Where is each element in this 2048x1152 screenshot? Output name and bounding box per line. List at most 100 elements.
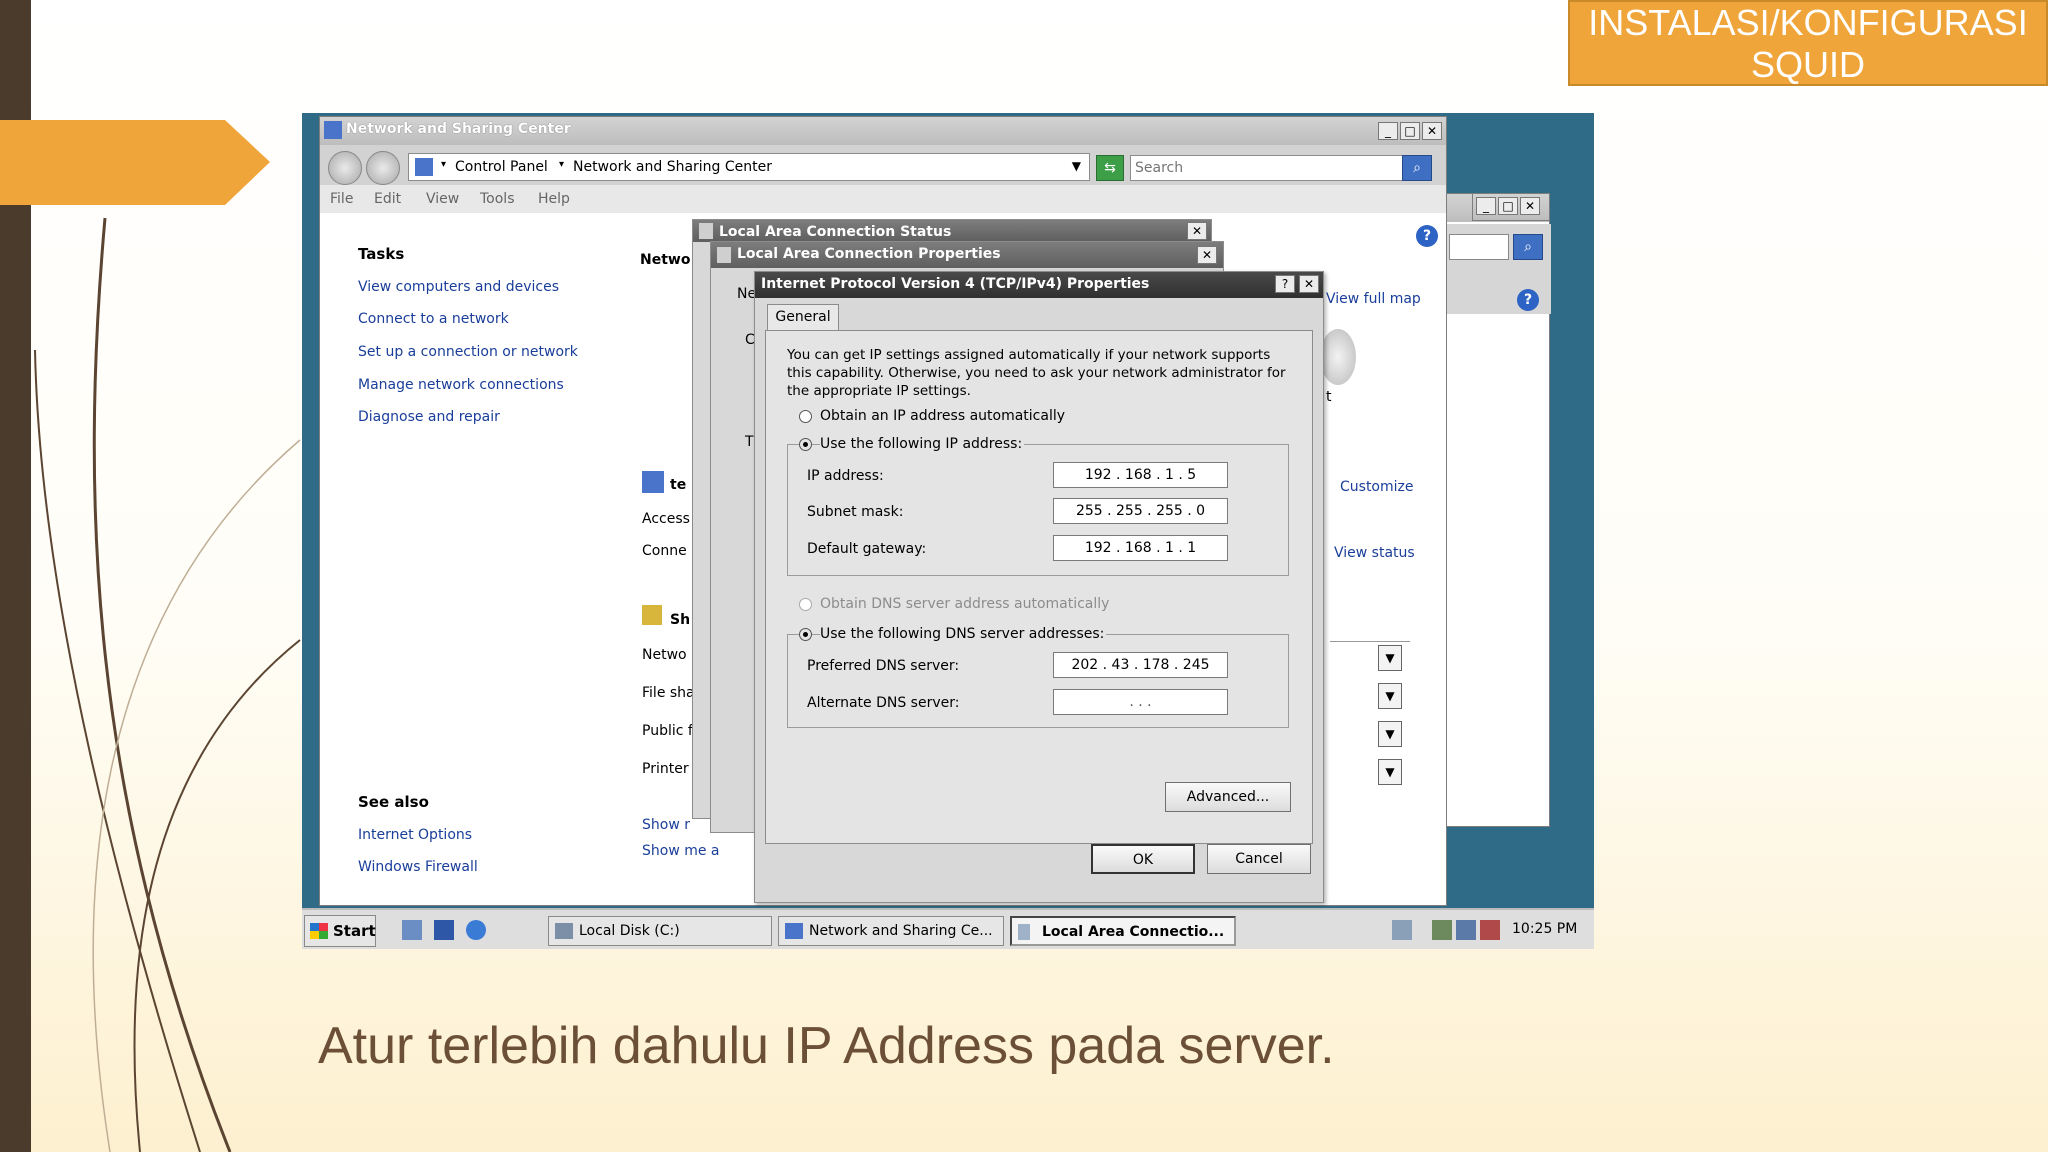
default-gateway-label: Default gateway: <box>807 541 927 557</box>
advanced-button[interactable]: Advanced... <box>1165 782 1291 812</box>
clock[interactable]: 10:25 PM <box>1512 921 1577 937</box>
radio-use-following-ip[interactable] <box>799 438 812 451</box>
properties-dialog-title: Local Area Connection Properties <box>711 242 1223 268</box>
address-dropdown-icon[interactable]: ▼ <box>1072 159 1081 173</box>
connection-label-partial: Conne <box>642 543 687 559</box>
status-close-button[interactable]: ✕ <box>1187 222 1207 240</box>
task-connect-network[interactable]: Connect to a network <box>358 311 509 327</box>
arrow-banner <box>0 120 270 205</box>
task-view-computers[interactable]: View computers and devices <box>358 279 559 295</box>
ip-address-label: IP address: <box>807 468 884 484</box>
subnet-mask-field[interactable]: 255 . 255 . 255 . 0 <box>1053 498 1228 524</box>
close-button[interactable]: ✕ <box>1422 122 1442 140</box>
this-connection-partial: T <box>745 434 754 450</box>
close-icon[interactable]: ✕ <box>1299 275 1319 293</box>
show-link-partial[interactable]: Show r <box>642 817 690 833</box>
search-input[interactable] <box>1130 155 1418 181</box>
search-icon[interactable]: ⌕ <box>1513 234 1543 260</box>
sharing-heading-partial: Sh <box>670 612 691 628</box>
file-sharing-toggle[interactable]: ▼ <box>1378 683 1402 709</box>
task-network-sharing-label: Network and Sharing Ce... <box>809 923 993 939</box>
server-manager-icon[interactable] <box>402 920 422 940</box>
see-also-heading: See also <box>358 793 429 811</box>
internet-explorer-icon[interactable] <box>466 920 486 940</box>
help-icon[interactable]: ? <box>1416 225 1438 247</box>
task-set-up-connection[interactable]: Set up a connection or network <box>358 344 578 360</box>
obtain-dns-auto-label: Obtain DNS server address automatically <box>820 596 1110 612</box>
control-panel-icon <box>415 158 433 176</box>
menu-tools[interactable]: Tools <box>480 191 515 207</box>
menu-file[interactable]: File <box>330 191 353 207</box>
breadcrumb-network-sharing[interactable]: Network and Sharing Center <box>573 159 772 175</box>
link-internet-options[interactable]: Internet Options <box>358 827 472 843</box>
ip-address-field[interactable]: 192 . 168 . 1 . 5 <box>1053 462 1228 488</box>
menu-edit[interactable]: Edit <box>374 191 401 207</box>
obtain-ip-auto-label: Obtain an IP address automatically <box>820 408 1066 424</box>
windows-logo-icon <box>310 923 328 939</box>
cancel-button[interactable]: Cancel <box>1207 844 1311 874</box>
tray-security-icon[interactable] <box>1432 920 1452 940</box>
network-icon <box>785 923 803 939</box>
task-diagnose-repair[interactable]: Diagnose and repair <box>358 409 500 425</box>
preferred-dns-label: Preferred DNS server: <box>807 658 960 674</box>
tray-connection-icon[interactable] <box>1456 920 1476 940</box>
back-button[interactable] <box>328 151 362 185</box>
help-icon[interactable]: ? <box>1517 289 1539 311</box>
start-button[interactable]: Start <box>304 915 376 947</box>
bg-minimize-button[interactable]: _ <box>1476 197 1496 215</box>
network-icon <box>324 121 342 139</box>
background-window: _ ⌕ ? <box>1446 193 1551 827</box>
link-view-full-map[interactable]: View full map <box>1326 291 1421 307</box>
link-windows-firewall[interactable]: Windows Firewall <box>358 859 478 875</box>
bg-maximize-button[interactable]: □ <box>1498 197 1518 215</box>
minimize-button[interactable]: _ <box>1378 122 1398 140</box>
slide-caption: Atur terlebih dahulu IP Address pada ser… <box>318 1017 1335 1075</box>
tasks-heading: Tasks <box>358 245 405 263</box>
properties-close-button[interactable]: ✕ <box>1197 246 1217 264</box>
help-icon[interactable]: ? <box>1275 275 1295 293</box>
start-label: Start <box>333 922 376 940</box>
link-customize[interactable]: Customize <box>1340 479 1414 495</box>
link-view-status[interactable]: View status <box>1334 545 1415 561</box>
task-network-sharing[interactable]: Network and Sharing Ce... <box>778 916 1004 946</box>
use-following-dns-label: Use the following DNS server addresses: <box>820 626 1107 642</box>
breadcrumb-control-panel[interactable]: Control Panel <box>455 159 548 175</box>
printer-sharing-partial: Printer <box>642 761 689 777</box>
network-name-partial: te <box>670 477 687 493</box>
refresh-icon[interactable]: ⇆ <box>1096 155 1124 181</box>
bg-close-button[interactable]: ✕ <box>1520 197 1540 215</box>
screenshot: _ ⌕ ? _ □ ✕ Network and Sharing Center _… <box>302 113 1594 949</box>
maximize-button[interactable]: □ <box>1400 122 1420 140</box>
task-local-disk[interactable]: Local Disk (C:) <box>548 916 772 946</box>
menu-help[interactable]: Help <box>538 191 570 207</box>
radio-use-following-dns[interactable] <box>799 628 812 641</box>
task-local-disk-label: Local Disk (C:) <box>579 923 680 939</box>
network-adapter-icon <box>1018 924 1030 940</box>
task-manage-connections[interactable]: Manage network connections <box>358 377 564 393</box>
alternate-dns-field[interactable]: . . . <box>1053 689 1228 715</box>
tray-network-icon[interactable] <box>1392 920 1412 940</box>
show-me-link-partial[interactable]: Show me a <box>642 843 720 859</box>
public-folder-toggle[interactable]: ▼ <box>1378 721 1402 747</box>
network-heading-partial: Netwo <box>640 252 691 268</box>
menu-view[interactable]: View <box>426 191 459 207</box>
radio-obtain-dns-auto[interactable] <box>799 598 812 611</box>
internet-label-partial: t <box>1326 389 1332 405</box>
search-icon[interactable]: ⌕ <box>1402 155 1432 181</box>
slide-title: INSTALASI/KONFIGURASI SQUID <box>1568 0 2048 86</box>
window-title: Network and Sharing Center <box>346 121 571 137</box>
show-desktop-icon[interactable] <box>434 920 454 940</box>
tray-volume-icon[interactable] <box>1480 920 1500 940</box>
address-bar[interactable]: ▾ Control Panel ▾ Network and Sharing Ce… <box>408 153 1090 181</box>
task-local-area-connection[interactable]: Local Area Connectio... <box>1010 916 1236 946</box>
network-computer-icon <box>642 471 664 493</box>
public-folder-partial: Public f <box>642 723 693 739</box>
default-gateway-field[interactable]: 192 . 168 . 1 . 1 <box>1053 535 1228 561</box>
forward-button[interactable] <box>366 151 400 185</box>
ok-button[interactable]: OK <box>1091 844 1195 874</box>
radio-obtain-ip-auto[interactable] <box>799 410 812 423</box>
printer-sharing-toggle[interactable]: ▼ <box>1378 759 1402 785</box>
network-discovery-toggle[interactable]: ▼ <box>1378 645 1402 671</box>
tab-general[interactable]: General <box>767 304 839 330</box>
preferred-dns-field[interactable]: 202 . 43 . 178 . 245 <box>1053 652 1228 678</box>
